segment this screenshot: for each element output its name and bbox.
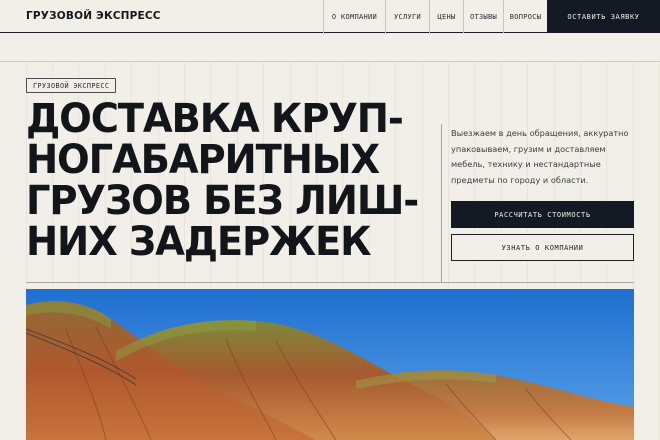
nav-item-reviews[interactable]: ОТЗЫВЫ bbox=[463, 0, 503, 33]
about-company-button[interactable]: УЗНАТЬ О КОМПАНИИ bbox=[451, 234, 634, 261]
vertical-divider bbox=[441, 124, 442, 282]
nav-item-services[interactable]: УСЛУГИ bbox=[385, 0, 429, 33]
hero-title-line: ДОСТАВКА КРУП- bbox=[26, 94, 404, 142]
site-logo[interactable]: ГРУЗОВОЙ ЭКСПРЕСС bbox=[26, 10, 161, 22]
hero-title-line: ГРУЗОВ БЕЗ ЛИШ- bbox=[26, 176, 419, 224]
nav-item-prices[interactable]: ЦЕНЫ bbox=[429, 0, 463, 33]
top-navigation: ГРУЗОВОЙ ЭКСПРЕСС О КОМПАНИИ УСЛУГИ ЦЕНЫ… bbox=[0, 0, 660, 33]
hero-title: ДОСТАВКА КРУП- НОГАБАРИТНЫХ ГРУЗОВ БЕЗ Л… bbox=[26, 94, 419, 265]
nav-menu: О КОМПАНИИ УСЛУГИ ЦЕНЫ ОТЗЫВЫ ВОПРОСЫ ОС… bbox=[323, 0, 660, 33]
nav-item-about[interactable]: О КОМПАНИИ bbox=[323, 0, 385, 33]
landscape-illustration bbox=[26, 289, 634, 440]
nav-item-faq[interactable]: ВОПРОСЫ bbox=[503, 0, 547, 33]
hero-title-line: НОГАБАРИТНЫХ bbox=[26, 135, 380, 183]
hero-description: Выезжаем в день обращения, аккуратно упа… bbox=[451, 128, 629, 185]
leave-request-button[interactable]: ОСТАВИТЬ ЗАЯВКУ bbox=[547, 0, 660, 33]
hero-tag: ГРУЗОВОЙ ЭКСПРЕСС bbox=[26, 78, 117, 93]
horizontal-divider bbox=[26, 282, 634, 283]
hero-landscape-image bbox=[26, 289, 634, 440]
calculate-cost-button[interactable]: РАССЧИТАТЬ СТОИМОСТЬ bbox=[451, 201, 634, 228]
hero-title-line: НИХ ЗАДЕРЖЕК bbox=[26, 217, 372, 265]
